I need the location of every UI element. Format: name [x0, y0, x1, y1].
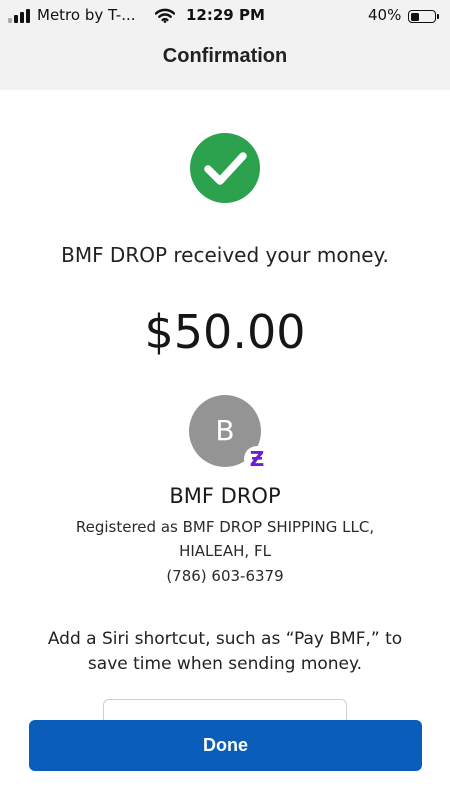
siri-shortcut-text: Add a Siri shortcut, such as “Pay BMF,” … — [0, 627, 450, 677]
confirmation-message: BMF DROP received your money. — [61, 243, 389, 267]
done-button[interactable]: Done — [29, 720, 422, 771]
wifi-icon — [154, 8, 176, 27]
battery-tip — [437, 14, 439, 19]
payment-amount: $50.00 — [144, 305, 306, 359]
payee-name: BMF DROP — [169, 484, 281, 508]
top-bar: Metro by T-... 12:29 PM 40% Confirmation — [0, 0, 450, 90]
status-time: 12:29 PM — [186, 6, 265, 24]
status-bar: Metro by T-... 12:29 PM 40% — [0, 6, 450, 26]
carrier-name: Metro by T-... — [37, 6, 136, 24]
zelle-badge-glyph: Ƶ — [249, 447, 265, 471]
battery-level-fill — [410, 12, 420, 21]
cellular-signal-icon — [8, 9, 34, 23]
registered-location-line: HIALEAH, FL — [179, 542, 271, 560]
payee-phone: (786) 603-6379 — [166, 567, 284, 585]
battery-icon — [408, 10, 436, 23]
siri-text: Add a Siri shortcut, such as “Pay BMF,” … — [47, 629, 403, 674]
registered-name-line: Registered as BMF DROP SHIPPING LLC, — [75, 518, 375, 536]
checkmark-circle-icon — [190, 133, 260, 203]
zelle-badge-icon: Ƶ — [244, 446, 270, 472]
page-title: Confirmation — [162, 45, 288, 67]
battery-percentage: 40% — [368, 6, 402, 24]
